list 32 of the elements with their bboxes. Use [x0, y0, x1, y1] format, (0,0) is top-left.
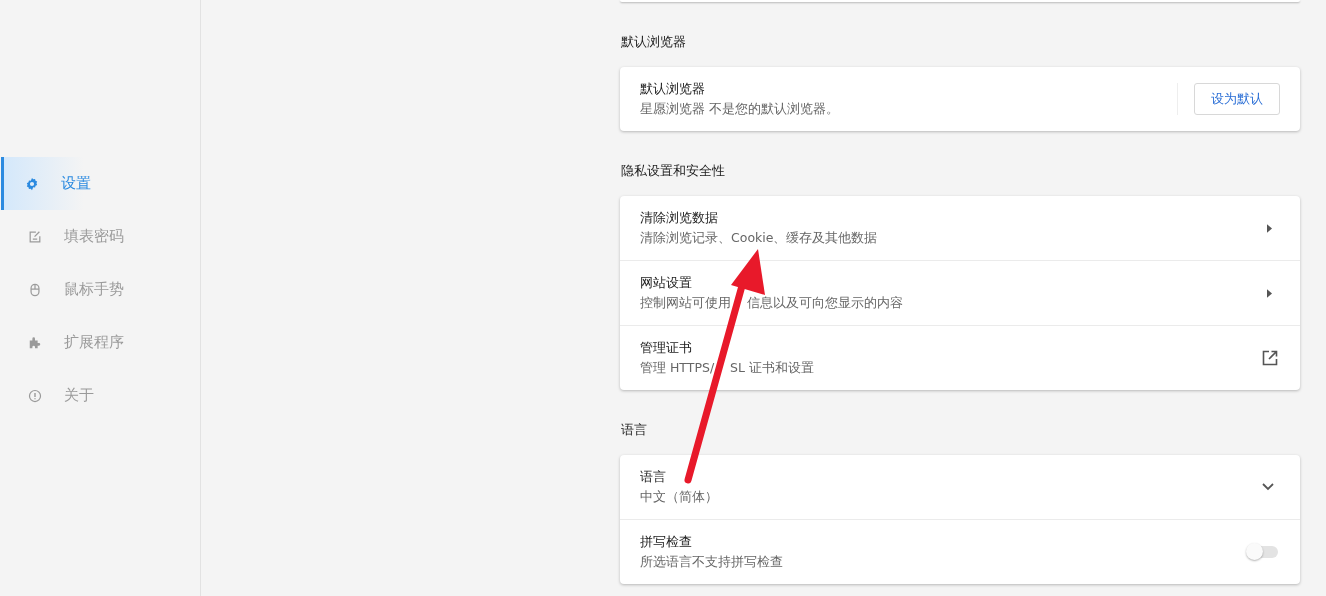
triangle-right-icon[interactable]	[1267, 288, 1272, 298]
toggle-switch[interactable]	[1248, 546, 1278, 558]
setting-description: 清除浏览记录、Cookie、缓存及其他数据	[640, 230, 879, 247]
setting-title: 语言	[640, 468, 667, 486]
info-icon	[28, 388, 42, 403]
external-link-icon[interactable]	[1262, 350, 1278, 366]
chevron-down-icon[interactable]	[1262, 483, 1274, 491]
setting-title: 网站设置	[640, 274, 693, 292]
section-heading: 默认浏览器	[620, 33, 687, 51]
setting-title: 拼写检查	[640, 533, 693, 551]
setting-title: 默认浏览器	[640, 80, 706, 98]
gear-icon	[25, 176, 39, 191]
setting-title: 清除浏览数据	[640, 209, 719, 227]
puzzle-icon	[28, 335, 42, 350]
sidebar-item[interactable]: 关于	[1, 369, 200, 422]
setting-description: 星愿浏览器 不是您的默认浏览器。	[640, 101, 840, 118]
setting-description: 中文（简体）	[640, 489, 719, 506]
mouse-icon	[28, 282, 42, 297]
edit-icon	[28, 229, 42, 244]
setting-description: 管理 HTTPS/	[640, 360, 715, 377]
section-heading: 隐私设置和安全性	[620, 162, 726, 180]
set-default-button[interactable]: 设为默认	[1194, 83, 1280, 115]
setting-title: 管理证书	[640, 339, 693, 357]
sidebar-item[interactable]: 鼠标手势	[1, 263, 200, 316]
sidebar-item[interactable]: 扩展程序	[1, 316, 200, 369]
setting-description: 所选语言不支持拼写检查	[640, 554, 784, 571]
setting-description: 控制网站可使用	[640, 295, 731, 312]
section-heading: 语言	[620, 421, 648, 439]
setting-description: 信息以及可向您显示的内容	[747, 295, 903, 312]
triangle-right-icon[interactable]	[1267, 223, 1272, 233]
setting-description: SL 证书和设置	[730, 360, 814, 377]
sidebar-item[interactable]: 填表密码	[1, 210, 200, 263]
